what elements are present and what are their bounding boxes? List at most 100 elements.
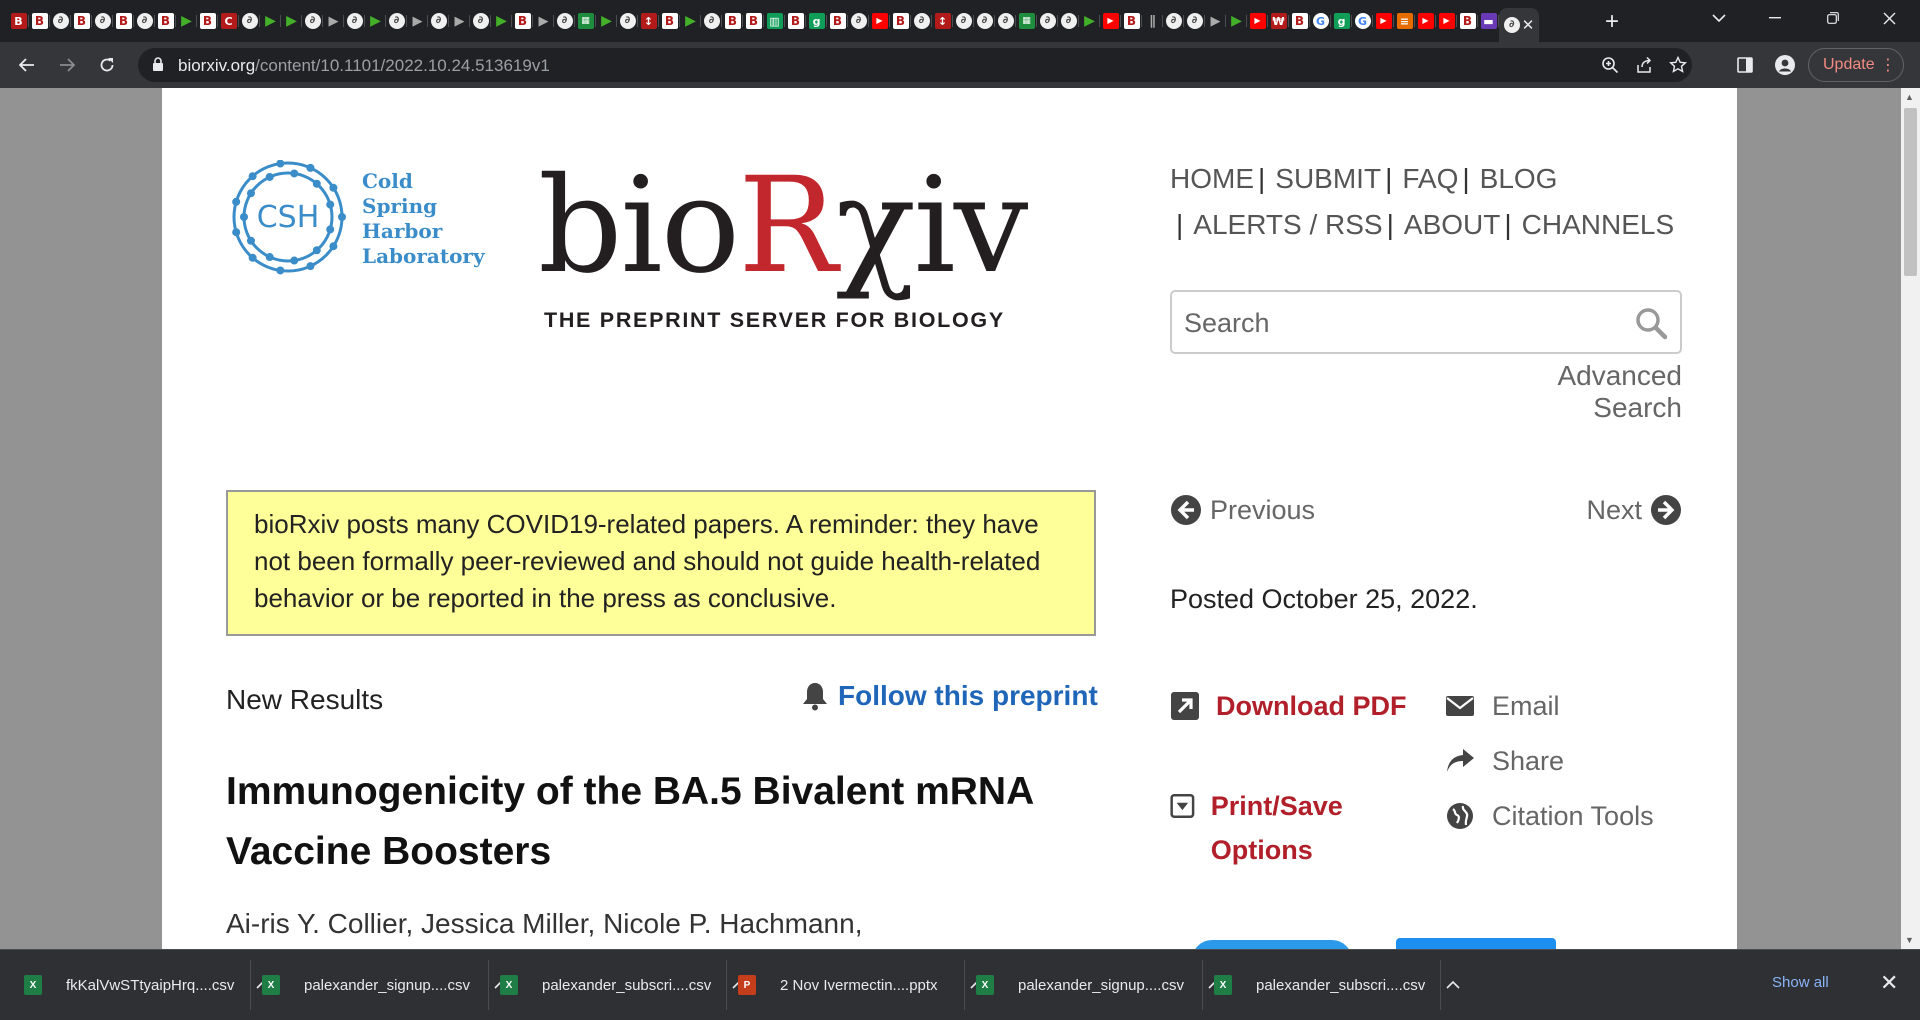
browser-tab[interactable]: C	[218, 8, 239, 34]
browser-tab[interactable]: ∂	[134, 8, 155, 34]
browser-tab[interactable]: g	[806, 8, 827, 34]
browser-tab[interactable]: B	[8, 8, 29, 34]
browser-tab[interactable]: ∂	[1163, 8, 1184, 34]
browser-tab[interactable]: ≡	[1394, 8, 1415, 34]
browser-tab[interactable]: G	[1352, 8, 1373, 34]
profile-avatar-icon[interactable]	[1774, 54, 1796, 76]
search-icon[interactable]	[1634, 306, 1668, 340]
browser-tab[interactable]: ∥	[1142, 8, 1163, 34]
browser-tab[interactable]: ▶	[407, 8, 428, 34]
browser-tab[interactable]: ▦	[575, 8, 596, 34]
nav-blog[interactable]: BLOG	[1480, 163, 1558, 194]
minimize-button[interactable]	[1752, 0, 1798, 36]
browser-tab[interactable]: B	[155, 8, 176, 34]
browser-tab[interactable]: B	[827, 8, 848, 34]
browser-tab[interactable]: B	[1121, 8, 1142, 34]
browser-tab[interactable]: ▶	[1205, 8, 1226, 34]
browser-tab[interactable]: B	[29, 8, 50, 34]
browser-tab[interactable]: ▶	[596, 8, 617, 34]
browser-tab[interactable]: ∂	[1058, 8, 1079, 34]
download-item[interactable]: Xpalexander_signup....csv	[976, 950, 1222, 1020]
browser-tab[interactable]: ∂	[239, 8, 260, 34]
browser-tab[interactable]: ▶	[680, 8, 701, 34]
citation-tools-link[interactable]: Citation Tools	[1444, 794, 1654, 838]
new-tab-button[interactable]: +	[1598, 8, 1626, 36]
download-item[interactable]: XfkKalVwSTtyaipHrq....csv	[24, 950, 270, 1020]
print-save-link[interactable]: Print/Save Options	[1170, 784, 1410, 872]
browser-tab[interactable]: B	[1289, 8, 1310, 34]
address-bar[interactable]: biorxiv.org/content/10.1101/2022.10.24.5…	[138, 48, 1692, 82]
browser-tab[interactable]: ▶	[1226, 8, 1247, 34]
browser-tab[interactable]: ∂	[1037, 8, 1058, 34]
browser-tab[interactable]: ▶	[1373, 8, 1394, 34]
browser-tab[interactable]: B	[743, 8, 764, 34]
nav-alerts-rss[interactable]: ALERTS / RSS	[1193, 209, 1382, 240]
zoom-icon[interactable]	[1598, 54, 1622, 76]
browser-tab[interactable]: ∂	[386, 8, 407, 34]
browser-tab[interactable]: ∂	[848, 8, 869, 34]
download-item[interactable]: Xpalexander_subscri....csv	[1214, 950, 1460, 1020]
browser-tab[interactable]: ▬	[1478, 8, 1499, 34]
url-text[interactable]: biorxiv.org/content/10.1101/2022.10.24.5…	[178, 56, 550, 76]
browser-tab[interactable]: ∂	[974, 8, 995, 34]
browser-tab[interactable]: ∂	[344, 8, 365, 34]
back-button[interactable]	[12, 50, 42, 80]
lock-icon[interactable]	[152, 57, 164, 72]
nav-submit[interactable]: SUBMIT	[1275, 163, 1381, 194]
browser-tab[interactable]: ∂	[911, 8, 932, 34]
email-link[interactable]: Email	[1444, 684, 1560, 728]
browser-tab[interactable]: ▶	[323, 8, 344, 34]
share-page-icon[interactable]	[1632, 54, 1656, 76]
next-link[interactable]: Next	[1572, 494, 1682, 526]
reload-button[interactable]	[92, 50, 122, 80]
browser-tab[interactable]: ▶	[1436, 8, 1457, 34]
nav-channels[interactable]: CHANNELS	[1522, 209, 1674, 240]
browser-tab[interactable]: ∂	[470, 8, 491, 34]
follow-preprint-link[interactable]: Follow this preprint	[802, 680, 1098, 712]
download-item[interactable]: P 2 Nov Ivermectin....pptx	[738, 950, 984, 1020]
article-authors[interactable]: Ai-ris Y. Collier, Jessica Miller, Nicol…	[226, 908, 862, 940]
show-all-downloads-button[interactable]: Show all	[1772, 974, 1829, 991]
close-tab-icon[interactable]: ✕	[1522, 16, 1535, 34]
close-shelf-icon[interactable]: ✕	[1880, 970, 1898, 996]
browser-tab[interactable]: ▶	[1415, 8, 1436, 34]
csh-name[interactable]: Cold Spring Harbor Laboratory	[362, 169, 485, 269]
scroll-up-arrow-icon[interactable]: ▲	[1905, 92, 1914, 102]
browser-tab[interactable]: ∂	[554, 8, 575, 34]
browser-tab[interactable]: B	[113, 8, 134, 34]
browser-tab[interactable]: ▶	[365, 8, 386, 34]
browser-tab[interactable]: ∂	[617, 8, 638, 34]
share-link[interactable]: Share	[1444, 739, 1564, 783]
download-pdf-link[interactable]: Download PDF	[1170, 684, 1410, 728]
menu-dots-icon[interactable]: ⋮	[1880, 55, 1896, 75]
nav-faq[interactable]: FAQ	[1402, 163, 1458, 194]
active-tab[interactable]: ∂ ✕	[1499, 8, 1539, 42]
nav-home[interactable]: HOME	[1170, 163, 1254, 194]
browser-tab[interactable]: ▦	[1016, 8, 1037, 34]
browser-tab[interactable]: ∂	[92, 8, 113, 34]
browser-tab[interactable]: ▶	[260, 8, 281, 34]
browser-tab[interactable]: ▶	[449, 8, 470, 34]
browser-tab[interactable]: ↕	[932, 8, 953, 34]
scroll-down-arrow-icon[interactable]: ▼	[1905, 935, 1914, 945]
biorxiv-logo[interactable]: bioRχiv	[538, 160, 1028, 292]
browser-tab[interactable]: ▶	[176, 8, 197, 34]
browser-tab[interactable]: ▶	[1247, 8, 1268, 34]
browser-tab[interactable]: ▥	[764, 8, 785, 34]
browser-tab[interactable]: ∂	[302, 8, 323, 34]
nav-about[interactable]: ABOUT	[1404, 209, 1500, 240]
browser-tab[interactable]: ∂	[995, 8, 1016, 34]
close-window-button[interactable]	[1866, 0, 1912, 36]
browser-tab[interactable]: B	[512, 8, 533, 34]
browser-tab[interactable]: B	[197, 8, 218, 34]
browser-tab[interactable]: ▶	[1100, 8, 1121, 34]
download-item[interactable]: Xpalexander_signup....csv	[262, 950, 508, 1020]
browser-tab[interactable]: ∂	[1184, 8, 1205, 34]
browser-tab[interactable]: B	[1457, 8, 1478, 34]
browser-tab[interactable]: ∂	[701, 8, 722, 34]
browser-tab[interactable]: ∂	[953, 8, 974, 34]
forward-button[interactable]	[52, 50, 82, 80]
browser-tab[interactable]: B	[785, 8, 806, 34]
tweet-button[interactable]	[1396, 938, 1556, 949]
download-item[interactable]: Xpalexander_subscri....csv	[500, 950, 746, 1020]
